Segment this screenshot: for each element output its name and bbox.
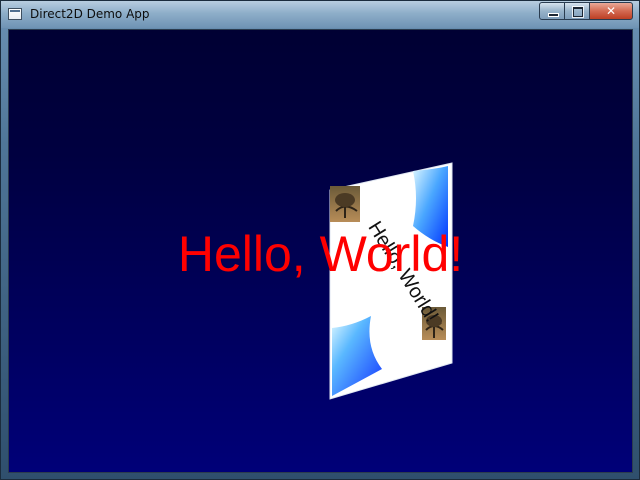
maximize-icon bbox=[572, 6, 584, 18]
close-button[interactable]: ✕ bbox=[589, 2, 633, 20]
title-bar[interactable]: Direct2D Demo App ✕ bbox=[1, 1, 639, 28]
close-icon: ✕ bbox=[605, 4, 617, 18]
maximize-button[interactable] bbox=[564, 2, 590, 20]
app-window-icon[interactable] bbox=[8, 8, 22, 20]
render-canvas: Hello, World! Hello, World! bbox=[8, 29, 633, 473]
window-title: Direct2D Demo App bbox=[30, 7, 150, 21]
hello-world-text: Hello, World! bbox=[177, 226, 464, 282]
app-window: Direct2D Demo App ✕ Hello, World! Hello,… bbox=[0, 0, 640, 480]
minimize-icon bbox=[548, 13, 559, 17]
minimize-button[interactable] bbox=[539, 2, 565, 20]
